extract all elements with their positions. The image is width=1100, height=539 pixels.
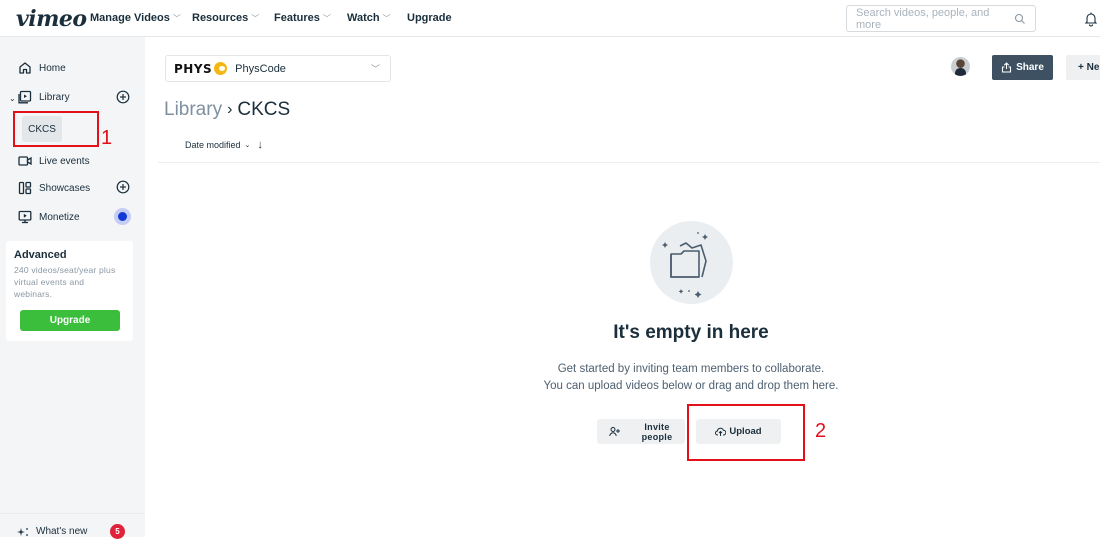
sidebar-item-monetize[interactable]: Monetize — [18, 210, 80, 224]
top-navigation: vimeo Manage Videos ﹀ Resources ﹀ Features… — [0, 0, 1100, 37]
chevron-down-icon: ﹀ — [370, 64, 380, 74]
plan-description: 240 videos/seat/year plus virtual events… — [14, 265, 116, 299]
breadcrumb-current: CKCS — [237, 99, 291, 120]
empty-state-title: It's empty in here — [613, 322, 769, 343]
sort-label: Date modified — [185, 140, 241, 150]
chevron-down-icon: ﹀ — [172, 13, 181, 23]
share-icon — [1002, 62, 1012, 73]
search-input[interactable]: Search videos, people, and more — [846, 5, 1036, 32]
annotation-box-2 — [687, 404, 805, 461]
nav-features[interactable]: Features ﹀ — [274, 12, 331, 24]
chevron-down-icon: ﹀ — [382, 13, 391, 23]
empty-folder-illustration — [650, 221, 733, 304]
team-name: PhysCode — [235, 62, 286, 75]
sidebar-divider — [0, 513, 145, 514]
breadcrumb: Library › CKCS — [164, 99, 290, 121]
search-placeholder: Search videos, people, and more — [856, 6, 990, 31]
share-button[interactable]: Share — [992, 55, 1053, 80]
nav-resources[interactable]: Resources ﹀ — [192, 12, 259, 24]
library-icon — [18, 90, 32, 104]
annotation-number-2: 2 — [815, 420, 827, 442]
new-button[interactable]: + Ne — [1066, 55, 1100, 80]
breadcrumb-library[interactable]: Library — [164, 99, 222, 121]
folder-icon — [662, 232, 708, 298]
invite-people-button[interactable]: Invite people — [597, 419, 685, 444]
invite-people-label: Invite people — [641, 421, 673, 442]
sort-direction-arrow-icon[interactable]: ↓ — [257, 139, 263, 151]
sidebar-item-library[interactable]: Library — [18, 90, 70, 104]
home-icon — [19, 62, 31, 74]
annotation-number-1: 1 — [101, 127, 113, 149]
library-expand-chevron-icon[interactable]: ⌄ — [9, 94, 16, 103]
add-showcase-icon[interactable] — [116, 180, 130, 194]
nav-watch[interactable]: Watch ﹀ — [347, 12, 391, 24]
breadcrumb-separator: › — [227, 101, 233, 118]
team-selector[interactable]: PHYS PhysCode ﹀ — [165, 55, 391, 82]
bell-icon[interactable] — [1084, 11, 1098, 27]
add-library-folder-icon[interactable] — [116, 90, 130, 104]
content-divider — [158, 162, 1100, 163]
add-person-icon — [609, 427, 620, 437]
sparkle-icon — [17, 527, 28, 536]
vimeo-logo[interactable]: vimeo — [16, 6, 87, 32]
empty-state-description: Get started by inviting team members to … — [543, 363, 839, 392]
team-logo-mark — [214, 62, 228, 75]
chevron-down-icon[interactable]: ⌄ — [245, 141, 251, 149]
sidebar-item-home[interactable]: Home — [18, 61, 66, 75]
team-logo: PHYS — [174, 62, 228, 76]
nav-manage-videos[interactable]: Manage Videos ﹀ — [90, 12, 181, 24]
showcases-icon — [18, 181, 32, 195]
annotation-box-1 — [13, 111, 99, 147]
monetize-indicator-dot — [114, 208, 131, 225]
sort-control[interactable]: Date modified ⌄ ↓ — [185, 139, 263, 151]
user-avatar[interactable] — [951, 57, 970, 76]
live-events-icon — [18, 156, 32, 166]
chevron-down-icon: ﹀ — [251, 13, 260, 23]
chevron-down-icon: ﹀ — [322, 13, 331, 23]
sidebar-item-live-events[interactable]: Live events — [18, 154, 90, 168]
sidebar-item-showcases[interactable]: Showcases — [18, 181, 90, 195]
nav-upgrade[interactable]: Upgrade — [407, 12, 452, 24]
search-icon[interactable] — [1014, 13, 1026, 25]
whats-new-link[interactable]: What's new — [17, 526, 87, 537]
monetize-icon — [18, 210, 32, 224]
plan-title: Advanced — [14, 249, 67, 261]
